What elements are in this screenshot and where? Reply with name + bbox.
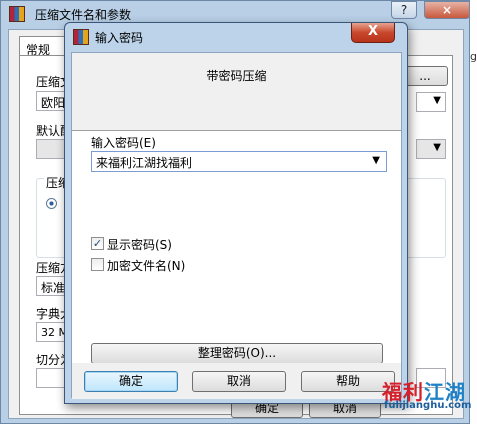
organize-passwords-button[interactable]: 整理密码(O)... bbox=[91, 343, 383, 364]
browse-button[interactable]: ... bbox=[402, 66, 448, 86]
chevron-down-icon[interactable]: ▼ bbox=[372, 155, 380, 166]
offscreen-text: g bbox=[470, 50, 477, 63]
compression-method-value: 标准 bbox=[41, 281, 66, 295]
password-combo[interactable]: 来福利江湖找福利 ▼ bbox=[91, 151, 387, 172]
format-rar-radio[interactable] bbox=[46, 198, 57, 209]
close-title-button[interactable]: × bbox=[424, 1, 470, 19]
encrypt-filenames-label: 加密文件名(N) bbox=[107, 259, 186, 273]
enter-password-dialog: 输入密码 X 带密码压缩 输入密码(E) 来福利江湖找福利 ▼ ✓ 显示密码(S… bbox=[64, 22, 408, 404]
close-icon: X bbox=[367, 24, 379, 39]
archive-name-value: 欧阳 bbox=[41, 96, 66, 110]
dialog-close-button[interactable]: X bbox=[351, 23, 395, 43]
dialog-title: 输入密码 bbox=[95, 31, 144, 45]
dialog-content: 输入密码(E) 来福利江湖找福利 ▼ ✓ 显示密码(S) 加密文件名(N) 整理… bbox=[72, 131, 401, 364]
password-value: 来福利江湖找福利 bbox=[96, 156, 193, 170]
show-password-checkbox[interactable]: ✓ bbox=[91, 237, 104, 250]
ok-button[interactable]: 确定 bbox=[84, 371, 178, 392]
tab-general[interactable]: 常规 bbox=[19, 36, 65, 57]
help-button[interactable]: 帮助 bbox=[301, 371, 395, 392]
winrar-app-icon bbox=[9, 6, 25, 22]
window-title: 压缩文件名和参数 bbox=[35, 8, 132, 22]
chevron-down-icon: ▼ bbox=[433, 95, 441, 106]
dialog-header-title: 带密码压缩 bbox=[206, 69, 267, 83]
chevron-down-icon: ▼ bbox=[433, 142, 441, 153]
update-mode-combo[interactable]: ▼ bbox=[416, 92, 446, 112]
cancel-button[interactable]: 取消 bbox=[192, 371, 286, 392]
dialog-client-area: 带密码压缩 输入密码(E) 来福利江湖找福利 ▼ ✓ 显示密码(S) 加密文件名… bbox=[71, 52, 402, 399]
checkmark-icon: ✓ bbox=[92, 237, 103, 250]
show-password-label: 显示密码(S) bbox=[107, 238, 172, 252]
dialog-header: 带密码压缩 bbox=[72, 53, 401, 131]
watermark-url: fulijianghu.com bbox=[384, 400, 472, 411]
profiles-arrow-box[interactable]: ▼ bbox=[416, 139, 446, 159]
encrypt-filenames-checkbox[interactable] bbox=[91, 258, 104, 271]
watermark-logo: 福利江湖 fulijianghu.com bbox=[382, 376, 474, 420]
password-label: 输入密码(E) bbox=[91, 136, 156, 150]
dialog-footer: 确定 取消 帮助 bbox=[72, 363, 401, 399]
winrar-app-icon bbox=[73, 29, 89, 45]
help-title-button[interactable]: ? bbox=[391, 1, 417, 19]
